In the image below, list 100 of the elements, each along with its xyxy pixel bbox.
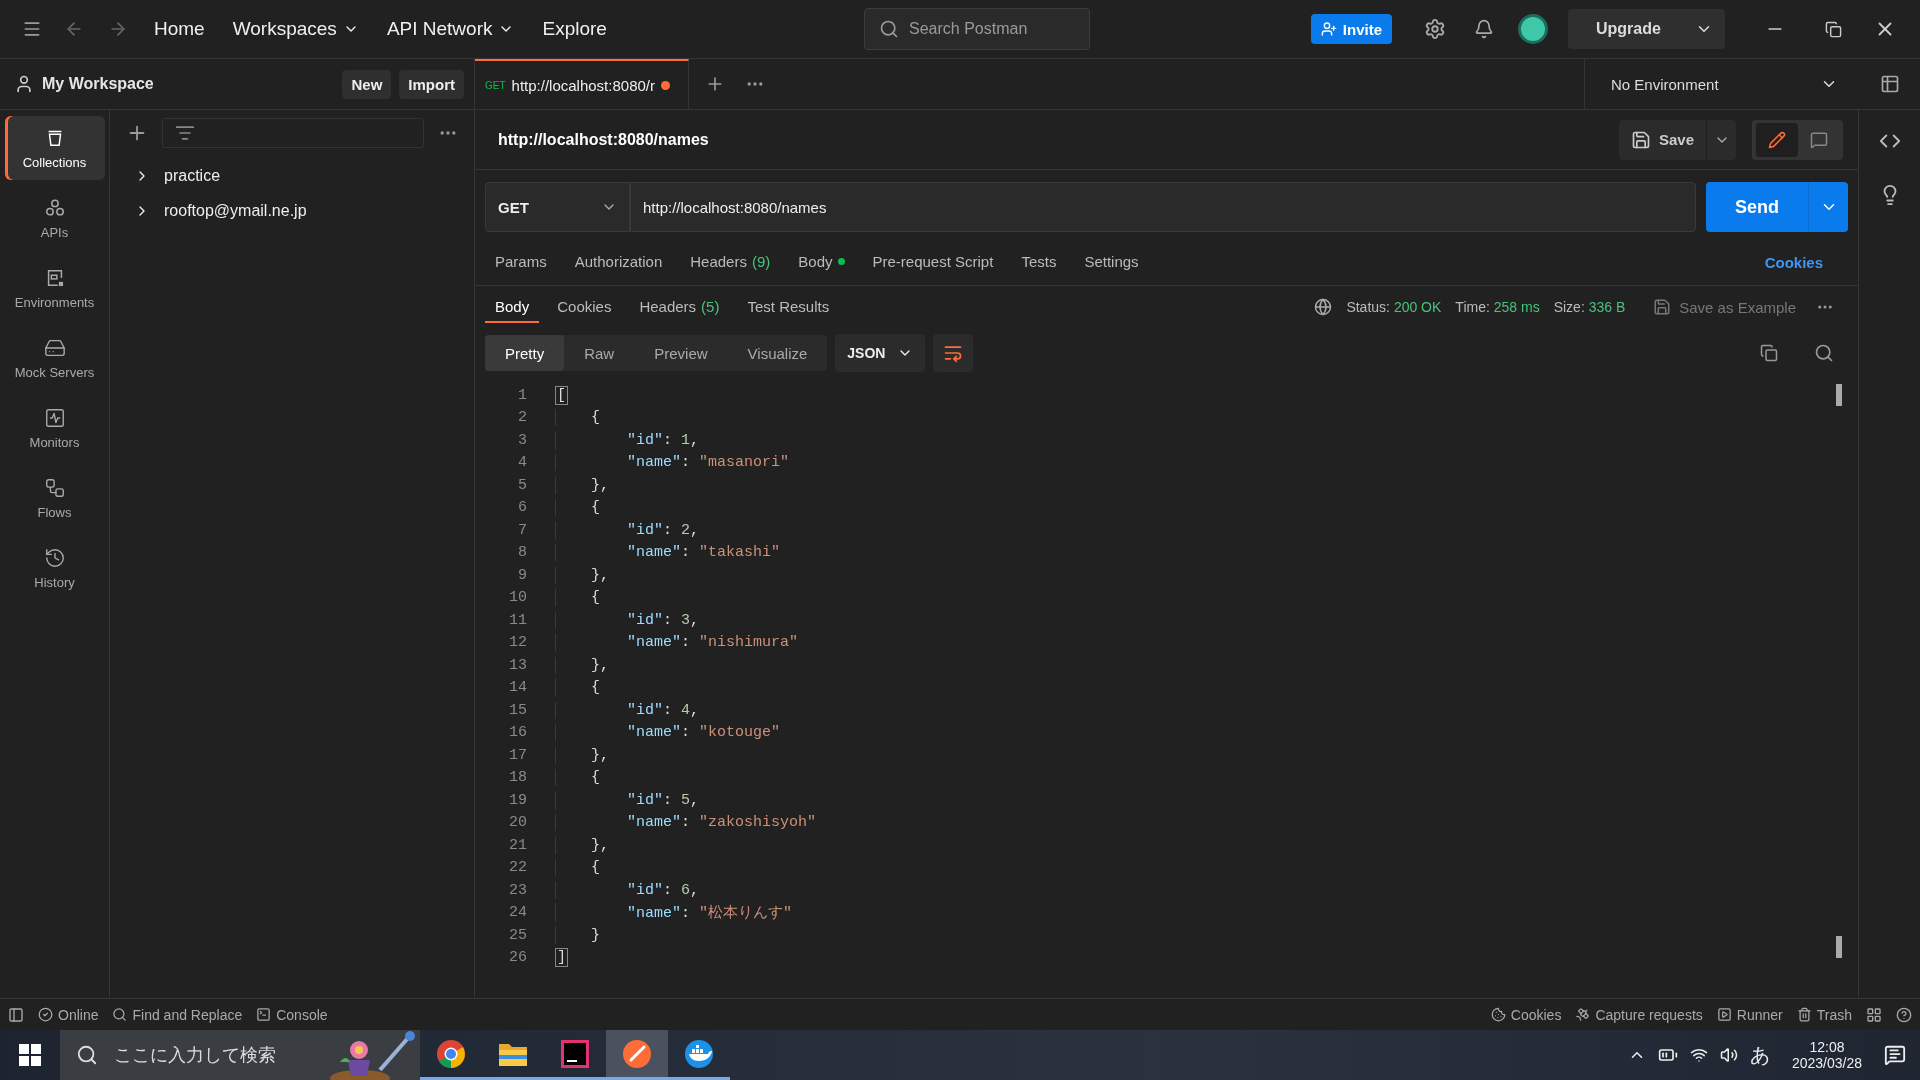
line-number: 11: [508, 611, 527, 629]
filter-field[interactable]: [162, 118, 424, 148]
view-tab[interactable]: Preview: [634, 335, 728, 371]
line-number: 24: [508, 904, 527, 922]
line-number: 12: [508, 634, 527, 652]
invite-button[interactable]: Invite: [1310, 14, 1392, 44]
search-icon: [879, 19, 899, 39]
rail-item[interactable]: Environments: [4, 256, 105, 320]
check-icon: [38, 1007, 53, 1022]
caret-icon[interactable]: [1706, 119, 1736, 160]
nav-link[interactable]: Home: [140, 12, 219, 46]
line-number: 7: [517, 521, 527, 539]
send-button[interactable]: Send: [1706, 182, 1848, 232]
ide-icon: [561, 1039, 589, 1068]
request-title: http://localhost:8080/names: [498, 130, 710, 149]
view-tab[interactable]: Visualize: [727, 335, 828, 371]
clock[interactable]: 12:08 2023/03/28: [1791, 1039, 1862, 1071]
response-stat: Size: 336 B: [1553, 299, 1626, 315]
sidebar-toggle-icon[interactable]: [8, 1006, 24, 1023]
view-tab[interactable]: Pretty: [485, 335, 565, 371]
line-number: 14: [508, 679, 527, 697]
status-bar-item[interactable]: Runner: [1716, 1006, 1783, 1023]
rail-item[interactable]: Collections: [4, 116, 105, 180]
request-section-tab[interactable]: Authorization: [564, 247, 673, 278]
line-number: 8: [517, 544, 527, 562]
globe-icon: [1314, 298, 1333, 316]
line-number: 1: [517, 386, 527, 404]
status-bar-item[interactable]: Capture requests: [1575, 1006, 1703, 1023]
nav-link[interactable]: Explore: [528, 12, 621, 46]
nav-link[interactable]: API Network: [372, 12, 529, 46]
help-icon[interactable]: [1896, 1006, 1912, 1023]
method-select[interactable]: GET: [485, 182, 630, 232]
response-tab[interactable]: Body: [485, 291, 540, 323]
grid-icon[interactable]: [1866, 1006, 1882, 1023]
request-section-tab[interactable]: Tests: [1011, 247, 1067, 278]
format-select[interactable]: JSON: [835, 334, 926, 372]
workspace-button[interactable]: New: [342, 69, 392, 99]
search-icon: [112, 1007, 128, 1022]
save-button[interactable]: Save: [1618, 119, 1706, 160]
line-number: 25: [508, 926, 527, 944]
response-stat: Time: 258 ms: [1455, 299, 1540, 315]
history-icon: [43, 546, 66, 569]
status-bar-item[interactable]: Find and Replace: [112, 1006, 243, 1023]
status-bar-item[interactable]: Cookies: [1490, 1006, 1562, 1023]
pencil-icon[interactable]: [1756, 122, 1798, 157]
volume-icon[interactable]: [1719, 1046, 1738, 1064]
status-bar-item[interactable]: Online: [38, 1006, 99, 1023]
rail-item[interactable]: Flows: [4, 466, 105, 530]
rail-item[interactable]: Mock Servers: [4, 326, 105, 390]
view-tab[interactable]: Raw: [564, 335, 635, 371]
line-number: 22: [508, 859, 527, 877]
rail-item[interactable]: Monitors: [4, 396, 105, 460]
filter-icon: [175, 123, 195, 143]
request-section-tab[interactable]: Settings: [1074, 247, 1149, 278]
line-number: 26: [508, 949, 527, 967]
notification-icon[interactable]: [1884, 1044, 1906, 1066]
response-tab[interactable]: Cookies: [547, 291, 622, 323]
rail-item[interactable]: APIs: [4, 186, 105, 250]
play-icon: [1716, 1007, 1732, 1022]
trash-icon: [1796, 1007, 1812, 1022]
line-number: 13: [508, 656, 527, 674]
line-number: 19: [508, 791, 527, 809]
line-number: 21: [508, 836, 527, 854]
search-icon: [76, 1044, 98, 1066]
wrap-icon[interactable]: [933, 334, 974, 372]
ime-indicator[interactable]: あ: [1749, 1041, 1770, 1069]
url-field[interactable]: http://localhost:8080/names: [630, 182, 1696, 232]
line-number: 23: [508, 881, 527, 899]
wifi-icon[interactable]: [1689, 1046, 1708, 1064]
scrollbar[interactable]: [1836, 384, 1842, 958]
request-section-tab[interactable]: Headers (9): [680, 247, 781, 278]
workspace-name: My Workspace: [42, 75, 155, 93]
collection-item[interactable]: rooftop@ymail.ne.jp: [120, 193, 313, 228]
tab-title: http://localhost:8080/r: [511, 76, 655, 94]
request-section-tab[interactable]: Pre-request Script: [862, 247, 1004, 278]
status-bar-item[interactable]: Trash: [1796, 1006, 1852, 1023]
rail-item[interactable]: History: [4, 536, 105, 600]
request-section-tab[interactable]: Body: [788, 247, 855, 278]
line-number: 4: [517, 454, 527, 472]
add-user-icon: [1320, 21, 1337, 37]
chrome-icon: [436, 1038, 466, 1069]
upgrade-button[interactable]: Upgrade: [1568, 9, 1725, 49]
line-number: 16: [508, 724, 527, 742]
workspace-button[interactable]: Import: [399, 69, 464, 99]
response-tab[interactable]: Headers (5): [629, 291, 730, 323]
response-tab[interactable]: Test Results: [737, 291, 840, 323]
avatar[interactable]: [1518, 14, 1548, 44]
nav-link[interactable]: Workspaces: [218, 12, 373, 46]
cookies-link[interactable]: Cookies: [1764, 254, 1848, 271]
search-field[interactable]: Search Postman: [864, 8, 1090, 50]
flow-icon: [43, 476, 66, 499]
request-section-tab[interactable]: Params: [485, 247, 557, 278]
line-number: 5: [517, 476, 527, 494]
collection-item[interactable]: practice: [120, 158, 227, 193]
request-tab[interactable]: GET http://localhost:8080/r: [475, 59, 689, 109]
line-number: 6: [517, 499, 527, 517]
line-number: 15: [508, 701, 527, 719]
rocket-icon: [622, 1038, 652, 1069]
status-bar-item[interactable]: Console: [256, 1006, 328, 1023]
line-number: 2: [517, 409, 527, 427]
